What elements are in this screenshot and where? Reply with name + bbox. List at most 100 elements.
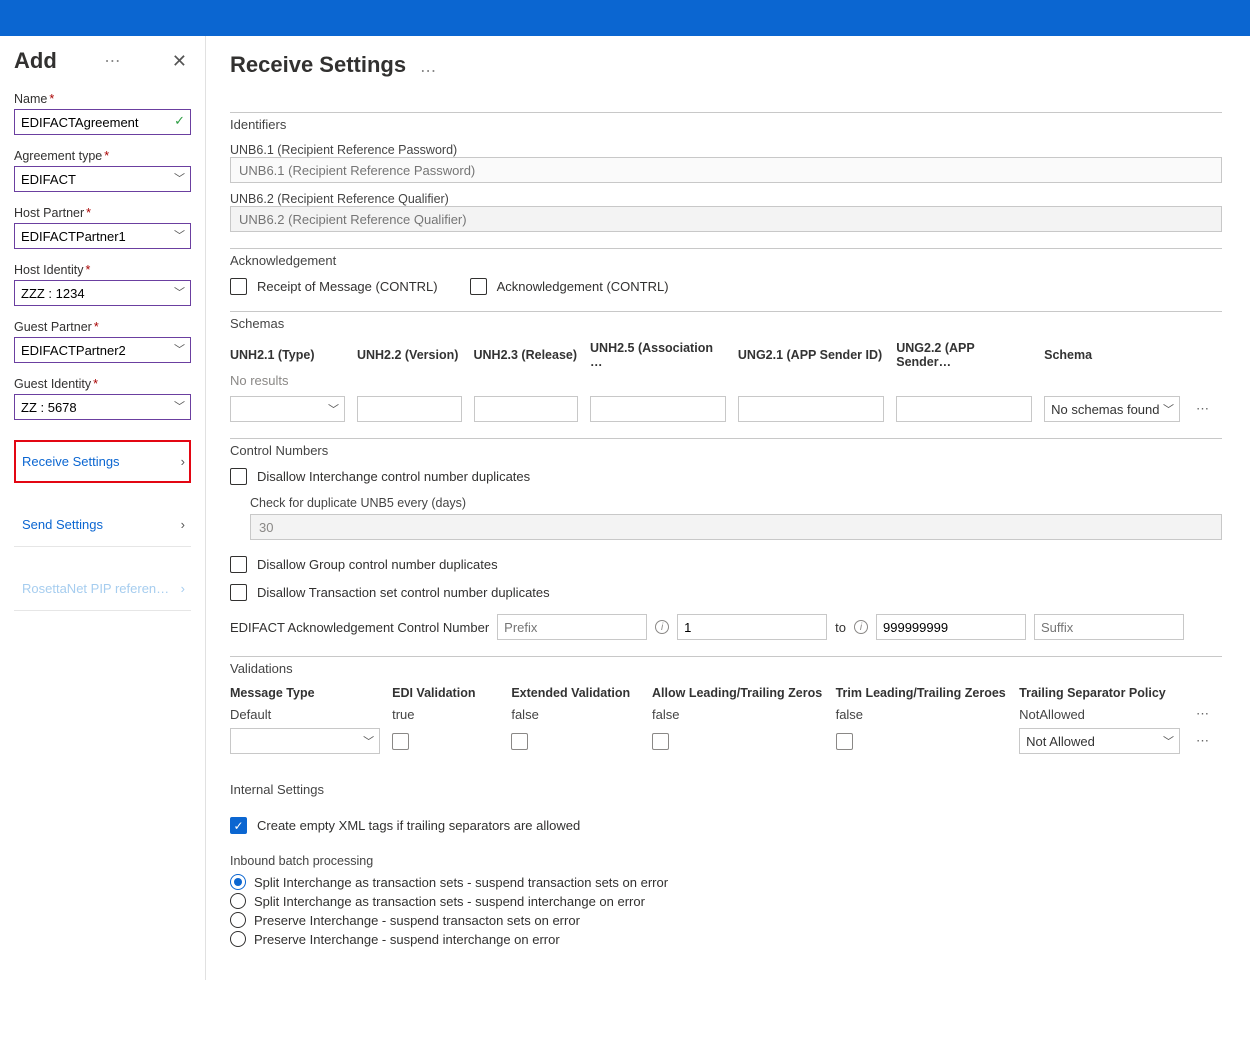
col-schema: Schema <box>1044 348 1180 362</box>
col-unh22: UNH2.2 (Version) <box>357 348 462 362</box>
row-more-icon[interactable]: ⋯ <box>1192 733 1222 749</box>
row-more-icon[interactable]: ⋯ <box>1192 401 1222 417</box>
identifiers-section: Identifiers UNB6.1 (Recipient Reference … <box>230 112 1222 232</box>
val-allow: false <box>652 707 824 722</box>
col-allow: Allow Leading/Trailing Zeros <box>652 686 824 700</box>
edi-checkbox[interactable] <box>392 733 409 750</box>
close-icon[interactable]: ✕ <box>168 49 191 74</box>
unh22-input[interactable] <box>357 396 462 422</box>
internal-title: Internal Settings <box>230 782 1222 797</box>
col-msgtype: Message Type <box>230 686 380 700</box>
trim-checkbox[interactable] <box>836 733 853 750</box>
batch-opt-3[interactable]: Preserve Interchange - suspend interchan… <box>230 931 1222 947</box>
receive-settings-blade: Receive Settings ⋯ Identifiers UNB6.1 (R… <box>206 36 1250 980</box>
allow-checkbox[interactable] <box>652 733 669 750</box>
unh23-input[interactable] <box>474 396 579 422</box>
agreement-type-label: Agreement type* <box>14 149 191 163</box>
control-numbers-section: Control Numbers Disallow Interchange con… <box>230 438 1222 640</box>
unh25-input[interactable] <box>590 396 726 422</box>
chevron-right-icon: › <box>181 454 185 469</box>
col-ung21: UNG2.1 (APP Sender ID) <box>738 348 884 362</box>
chevron-right-icon: › <box>181 517 185 532</box>
control-title: Control Numbers <box>230 443 1222 458</box>
col-unh21: UNH2.1 (Type) <box>230 348 345 362</box>
info-icon[interactable]: i <box>854 620 868 634</box>
disallow-interchange-checkbox[interactable]: Disallow Interchange control number dupl… <box>230 468 530 485</box>
create-empty-checkbox[interactable]: Create empty XML tags if trailing separa… <box>230 817 580 834</box>
host-partner-label: Host Partner* <box>14 206 191 220</box>
check-days-label: Check for duplicate UNB5 every (days) <box>250 496 1222 510</box>
nav-receive-settings[interactable]: Receive Settings › <box>14 440 191 483</box>
radio-on-icon <box>230 874 246 890</box>
checkbox-icon <box>230 278 247 295</box>
unh21-select[interactable] <box>230 396 345 422</box>
val-policy: NotAllowed <box>1019 707 1180 722</box>
to-input[interactable] <box>876 614 1026 640</box>
add-title: Add <box>14 48 57 74</box>
guest-partner-label: Guest Partner* <box>14 320 191 334</box>
col-edi: EDI Validation <box>392 686 499 700</box>
ung21-input[interactable] <box>738 396 884 422</box>
checkbox-icon <box>230 468 247 485</box>
batch-opt-2[interactable]: Preserve Interchange - suspend transacto… <box>230 912 1222 928</box>
name-input[interactable] <box>14 109 191 135</box>
val-type: Default <box>230 707 380 722</box>
policy-select[interactable] <box>1019 728 1180 754</box>
chevron-right-icon: › <box>181 581 185 596</box>
info-icon[interactable]: i <box>655 620 669 634</box>
val-ext: false <box>511 707 640 722</box>
page-title: Receive Settings <box>230 52 406 78</box>
disallow-group-checkbox[interactable]: Disallow Group control number duplicates <box>230 556 498 573</box>
batch-label: Inbound batch processing <box>230 854 1222 868</box>
from-input[interactable] <box>677 614 827 640</box>
agreement-type-select[interactable] <box>14 166 191 192</box>
no-results: No results <box>230 373 1222 388</box>
schemas-title: Schemas <box>230 316 1222 331</box>
guest-partner-select[interactable] <box>14 337 191 363</box>
col-ext: Extended Validation <box>511 686 640 700</box>
ack-checkbox[interactable]: Acknowledgement (CONTRL) <box>470 278 669 295</box>
col-unh23: UNH2.3 (Release) <box>474 348 579 362</box>
validations-section: Validations Message Type EDI Validation … <box>230 656 1222 754</box>
ext-checkbox[interactable] <box>511 733 528 750</box>
more-icon[interactable]: ⋯ <box>100 51 124 71</box>
receipt-checkbox[interactable]: Receipt of Message (CONTRL) <box>230 278 438 295</box>
msgtype-select[interactable] <box>230 728 380 754</box>
nav-rosettanet-label: RosettaNet PIP referen… <box>22 581 169 596</box>
schema-select[interactable] <box>1044 396 1180 422</box>
schemas-section: Schemas UNH2.1 (Type) UNH2.2 (Version) U… <box>230 311 1222 422</box>
guest-identity-select[interactable] <box>14 394 191 420</box>
suffix-input[interactable] <box>1034 614 1184 640</box>
col-trim: Trim Leading/Trailing Zeroes <box>836 686 1008 700</box>
nav-send-label: Send Settings <box>22 517 103 532</box>
row-more-icon[interactable]: ⋯ <box>1192 706 1222 722</box>
checkbox-icon <box>230 584 247 601</box>
checkbox-icon <box>470 278 487 295</box>
val-edi: true <box>392 707 499 722</box>
batch-opt-1[interactable]: Split Interchange as transaction sets - … <box>230 893 1222 909</box>
ack-section: Acknowledgement Receipt of Message (CONT… <box>230 248 1222 295</box>
disallow-tx-checkbox[interactable]: Disallow Transaction set control number … <box>230 584 550 601</box>
prefix-input[interactable] <box>497 614 647 640</box>
ung22-input[interactable] <box>896 396 1032 422</box>
to-label: to <box>835 620 846 635</box>
name-label: Name* <box>14 92 191 106</box>
validations-title: Validations <box>230 661 1222 676</box>
radio-off-icon <box>230 912 246 928</box>
col-unh25: UNH2.5 (Association … <box>590 341 726 369</box>
more-icon[interactable]: ⋯ <box>416 61 440 81</box>
host-identity-select[interactable] <box>14 280 191 306</box>
col-ung22: UNG2.2 (APP Sender… <box>896 341 1032 369</box>
nav-rosettanet[interactable]: RosettaNet PIP referen… › <box>14 567 191 611</box>
col-policy: Trailing Separator Policy <box>1019 686 1180 700</box>
unb61-input[interactable] <box>230 157 1222 183</box>
check-days-input <box>250 514 1222 540</box>
ack-ctrl-label: EDIFACT Acknowledgement Control Number <box>230 620 489 635</box>
host-partner-select[interactable] <box>14 223 191 249</box>
ack-title: Acknowledgement <box>230 253 1222 268</box>
top-command-bar <box>0 0 1250 36</box>
batch-opt-0[interactable]: Split Interchange as transaction sets - … <box>230 874 1222 890</box>
add-blade: Add ⋯ ✕ Name* ✓ Agreement type* ﹀ Host P… <box>0 36 206 980</box>
nav-receive-label: Receive Settings <box>22 454 120 469</box>
nav-send-settings[interactable]: Send Settings › <box>14 503 191 547</box>
